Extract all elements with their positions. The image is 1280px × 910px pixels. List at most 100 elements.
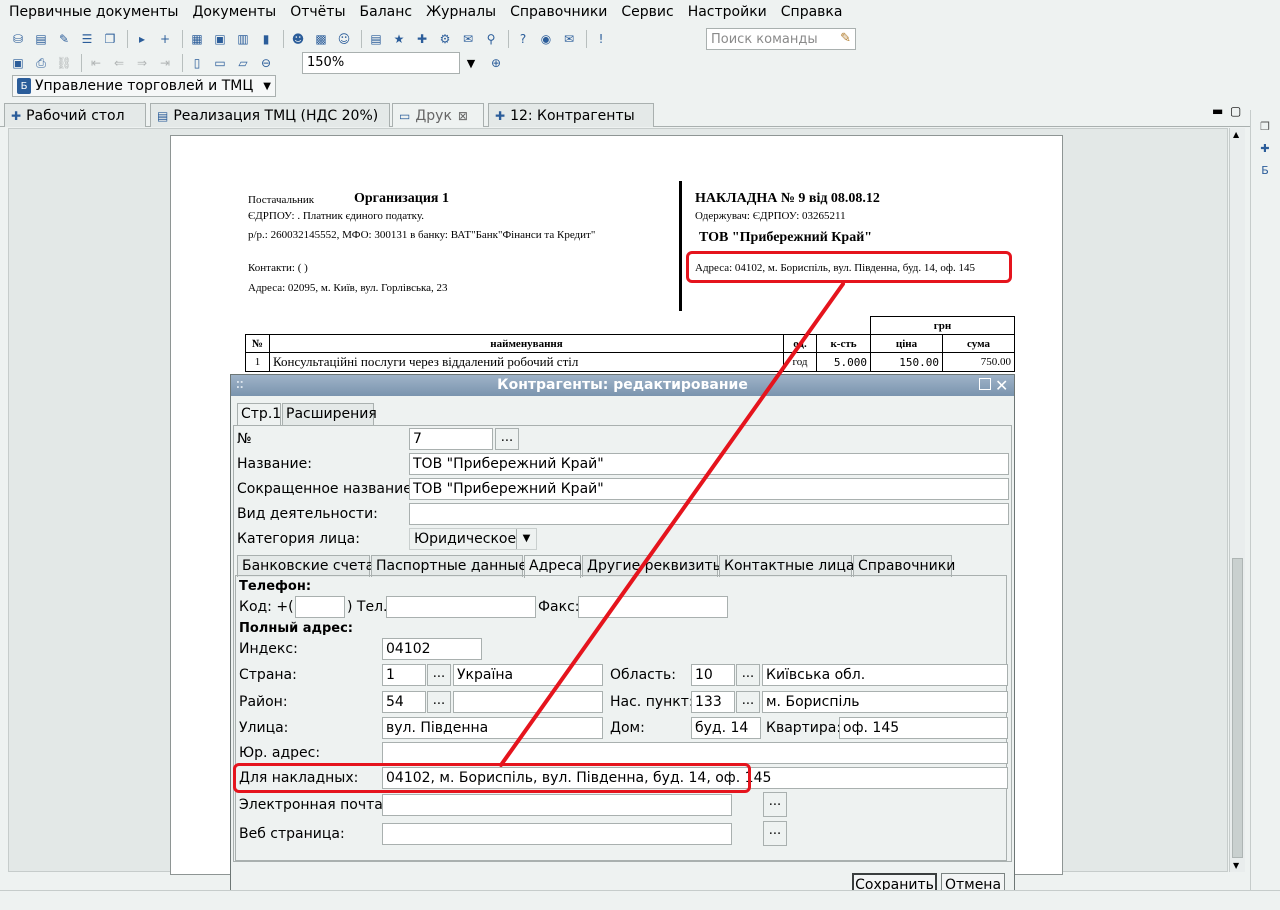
tab-references[interactable]: Справочники xyxy=(853,555,955,577)
phone-code-input[interactable] xyxy=(295,596,345,618)
number-lookup-button[interactable]: ... xyxy=(495,428,519,450)
panel-plus-icon[interactable]: ✚ xyxy=(1257,140,1273,156)
help-icon[interactable]: ? xyxy=(513,29,533,49)
email-lookup-button[interactable]: ... xyxy=(763,792,787,817)
page-landscape-icon[interactable]: ▱ xyxy=(233,53,253,73)
street-input[interactable]: вул. Південна xyxy=(382,717,603,739)
users-icon[interactable]: ☺ xyxy=(334,29,354,49)
tab-other-details[interactable]: Другие реквизиты xyxy=(582,555,724,577)
cash-register-icon[interactable]: ▦ xyxy=(187,29,207,49)
zoom-dropdown-button[interactable]: ▼ xyxy=(460,52,482,74)
tab-page1[interactable]: Стр.1 xyxy=(237,403,281,425)
menu-primary-documents[interactable]: Первичные документы xyxy=(2,0,185,24)
save-icon[interactable]: ▣ xyxy=(8,53,28,73)
tab-contact-persons[interactable]: Контактные лица xyxy=(719,555,854,577)
chart-icon[interactable]: ▮ xyxy=(256,29,276,49)
chevron-down-icon[interactable]: ▼ xyxy=(516,529,536,549)
warning-icon[interactable]: ! xyxy=(591,29,611,49)
star-icon[interactable]: ★ xyxy=(389,29,409,49)
tab-passport-data[interactable]: Паспортные данные xyxy=(371,555,527,577)
open-folder-icon[interactable]: ▤ xyxy=(31,29,51,49)
database-icon[interactable]: ⛁ xyxy=(8,29,28,49)
index-input[interactable]: 04102 xyxy=(382,638,482,660)
page-icon[interactable]: ▯ xyxy=(187,53,207,73)
district-name-input[interactable] xyxy=(453,691,603,713)
menu-settings[interactable]: Настройки xyxy=(681,0,774,24)
country-name-input[interactable]: Україна xyxy=(453,664,603,686)
tab-bank-accounts[interactable]: Банковские счета xyxy=(237,555,374,577)
locality-name-input[interactable]: м. Бориспіль xyxy=(762,691,1008,713)
close-tab-icon[interactable]: ⊠ xyxy=(458,109,468,123)
scrollbar-thumb[interactable] xyxy=(1232,558,1243,858)
menu-service[interactable]: Сервис xyxy=(614,0,680,24)
apartment-input[interactable]: оф. 145 xyxy=(839,717,1008,739)
menu-documents[interactable]: Документы xyxy=(185,0,283,24)
prev-page-icon[interactable]: ⇐ xyxy=(109,53,129,73)
zoom-input[interactable]: 150% xyxy=(302,52,460,74)
fax-input[interactable] xyxy=(578,596,728,618)
brush-icon[interactable]: ✎ xyxy=(840,31,851,46)
binoculars-icon[interactable]: ⚲ xyxy=(481,29,501,49)
vertical-scrollbar[interactable]: ▲ ▼ xyxy=(1229,128,1245,872)
menu-balance[interactable]: Баланс xyxy=(353,0,420,24)
command-search-input[interactable]: Поиск команды ✎ xyxy=(706,28,856,50)
country-code-input[interactable]: 1 xyxy=(382,664,426,686)
print-icon[interactable]: ⎙ xyxy=(31,53,51,73)
phone-input[interactable] xyxy=(386,596,536,618)
report-icon[interactable]: ▤ xyxy=(366,29,386,49)
new-document-icon[interactable]: + xyxy=(155,29,175,49)
calculator-icon[interactable]: ▥ xyxy=(233,29,253,49)
panel-module-icon[interactable]: Б xyxy=(1257,162,1273,178)
module-selector[interactable]: Б Управление торговлей и ТМЦ ▼ xyxy=(12,75,276,97)
legal-address-input[interactable] xyxy=(382,742,1008,764)
menu-journals[interactable]: Журналы xyxy=(419,0,503,24)
menu-help[interactable]: Справка xyxy=(774,0,850,24)
locality-lookup-button[interactable]: ... xyxy=(736,691,760,713)
archive-icon[interactable]: ▩ xyxy=(311,29,331,49)
email-input[interactable] xyxy=(382,794,732,816)
region-lookup-button[interactable]: ... xyxy=(736,664,760,686)
number-input[interactable]: 7 xyxy=(409,428,493,450)
region-name-input[interactable]: Київська обл. xyxy=(762,664,1008,686)
user-icon[interactable]: ☻ xyxy=(288,29,308,49)
maximize-icon[interactable] xyxy=(979,378,991,390)
globe-icon[interactable]: ◉ xyxy=(536,29,556,49)
name-input[interactable]: ТОВ "Прибережний Край" xyxy=(409,453,1009,475)
close-icon[interactable]: ✕ xyxy=(995,375,1008,396)
list-icon[interactable]: ☰ xyxy=(77,29,97,49)
tab-sales-vat[interactable]: ▤ Реализация ТМЦ (НДС 20%) xyxy=(150,103,390,127)
edit-icon[interactable]: ✎ xyxy=(54,29,74,49)
last-page-icon[interactable]: ⇥ xyxy=(155,53,175,73)
folder-icon[interactable]: ▸ xyxy=(132,29,152,49)
image-icon[interactable]: ▣ xyxy=(210,29,230,49)
tab-print[interactable]: ▭ Друк ⊠ xyxy=(392,103,484,127)
tab-extensions[interactable]: Расширения xyxy=(282,403,377,425)
locality-code-input[interactable]: 133 xyxy=(691,691,735,713)
district-code-input[interactable]: 54 xyxy=(382,691,426,713)
page-setup-icon[interactable]: ▭ xyxy=(210,53,230,73)
gear-icon[interactable]: ⚙ xyxy=(435,29,455,49)
region-code-input[interactable]: 10 xyxy=(691,664,735,686)
district-lookup-button[interactable]: ... xyxy=(427,691,451,713)
mail-icon[interactable]: ✉ xyxy=(458,29,478,49)
web-input[interactable] xyxy=(382,823,732,845)
zoom-out-icon[interactable]: ⊖ xyxy=(256,53,276,73)
menu-reports[interactable]: Отчёты xyxy=(283,0,352,24)
copy-dropdown-icon[interactable]: ❐ xyxy=(100,29,120,49)
first-page-icon[interactable]: ⇤ xyxy=(86,53,106,73)
maximize-icon[interactable]: ▢ xyxy=(1230,104,1241,118)
tab-counterparties[interactable]: ✚ 12: Контрагенты xyxy=(488,103,654,127)
scroll-up-icon[interactable]: ▲ xyxy=(1233,130,1239,139)
zoom-in-icon[interactable]: ⊕ xyxy=(486,53,506,73)
short-name-input[interactable]: ТОВ "Прибережний Край" xyxy=(409,478,1009,500)
scroll-down-icon[interactable]: ▼ xyxy=(1233,861,1239,870)
next-page-icon[interactable]: ⇒ xyxy=(132,53,152,73)
menu-references[interactable]: Справочники xyxy=(503,0,614,24)
house-input[interactable]: буд. 14 xyxy=(691,717,761,739)
category-select[interactable]: Юридическое ▼ xyxy=(409,528,537,550)
chevron-down-icon[interactable]: ▼ xyxy=(263,81,271,92)
tab-desktop[interactable]: ✚ Рабочий стол xyxy=(4,103,146,127)
pin-icon[interactable]: ✚ xyxy=(412,29,432,49)
minimize-icon[interactable]: ▬ xyxy=(1212,104,1223,118)
country-lookup-button[interactable]: ... xyxy=(427,664,451,686)
